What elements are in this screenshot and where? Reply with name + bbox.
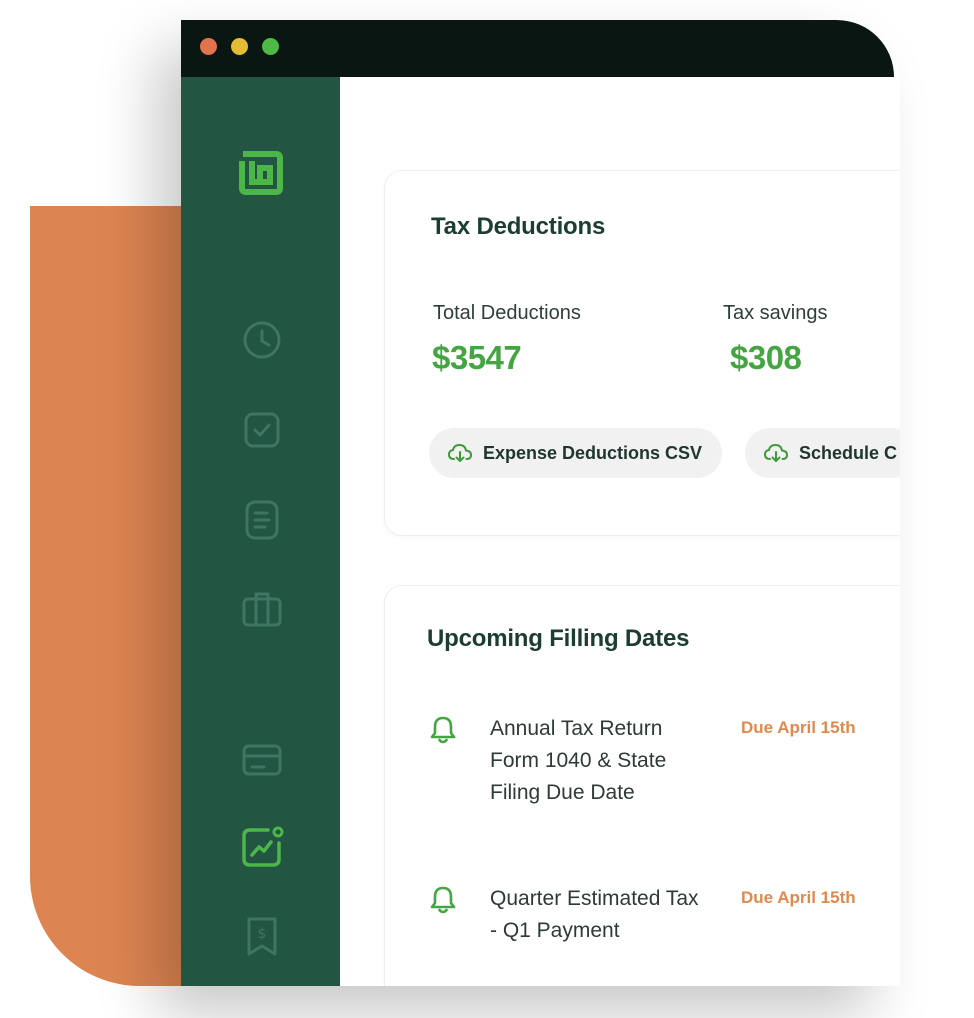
main-content: Tax Deductions Total Deductions $3547 Ta… [340, 77, 900, 986]
bell-icon [430, 716, 456, 744]
sidebar-item-business[interactable] [238, 585, 286, 633]
total-deductions-label: Total Deductions [433, 302, 581, 324]
total-deductions-value: $3547 [432, 339, 522, 376]
maximize-window-button[interactable] [262, 38, 279, 55]
briefcase-icon [242, 592, 282, 627]
document-icon [245, 500, 279, 540]
filing-item[interactable]: Quarter Estimated Tax - Q1 Payment Due A… [385, 883, 900, 953]
tax-deductions-card: Tax Deductions Total Deductions $3547 Ta… [384, 170, 900, 536]
schedule-c-label: Schedule C [799, 442, 898, 463]
sidebar-item-taxes[interactable] [238, 823, 286, 871]
cloud-download-icon [763, 443, 789, 462]
upcoming-filing-dates-card: Upcoming Filling Dates Annual Tax Return… [384, 585, 900, 986]
app-window: $ Tax Deductions Total Deductions $3547 … [181, 20, 900, 986]
sidebar: $ [181, 77, 340, 986]
bell-icon [430, 886, 456, 914]
expense-deductions-csv-label: Expense Deductions CSV [483, 442, 703, 463]
clock-icon [243, 321, 281, 359]
sidebar-item-documents[interactable] [238, 496, 286, 544]
minimize-window-button[interactable] [231, 38, 248, 55]
filing-item-due-date: Due April 15th [741, 888, 856, 907]
sidebar-item-tasks[interactable] [238, 406, 286, 454]
cloud-download-icon [447, 443, 473, 462]
svg-text:$: $ [258, 926, 267, 942]
filing-item-due-date: Due April 15th [741, 718, 856, 737]
upcoming-filing-dates-title: Upcoming Filling Dates [427, 625, 690, 652]
sidebar-item-payments[interactable]: $ [238, 912, 286, 960]
dollar-bookmark-icon: $ [247, 917, 277, 956]
expense-deductions-csv-button[interactable]: Expense Deductions CSV [429, 428, 723, 478]
checkbox-icon [244, 412, 280, 448]
tax-savings-label: Tax savings [723, 302, 828, 324]
app-logo-icon[interactable] [232, 144, 288, 200]
window-titlebar [181, 20, 894, 77]
filing-item[interactable]: Annual Tax Return Form 1040 & State Fili… [385, 713, 900, 813]
close-window-button[interactable] [200, 38, 217, 55]
sidebar-item-cards[interactable] [238, 736, 286, 784]
schedule-c-button[interactable]: Schedule C [745, 428, 900, 478]
sidebar-item-history[interactable] [238, 316, 286, 364]
chart-trend-icon [242, 826, 284, 867]
tax-deductions-title: Tax Deductions [431, 213, 606, 240]
credit-card-icon [242, 744, 282, 776]
filing-item-text: Quarter Estimated Tax - Q1 Payment [490, 887, 699, 942]
filing-item-text: Annual Tax Return Form 1040 & State Fili… [490, 717, 667, 804]
tax-savings-value: $308 [730, 339, 802, 376]
